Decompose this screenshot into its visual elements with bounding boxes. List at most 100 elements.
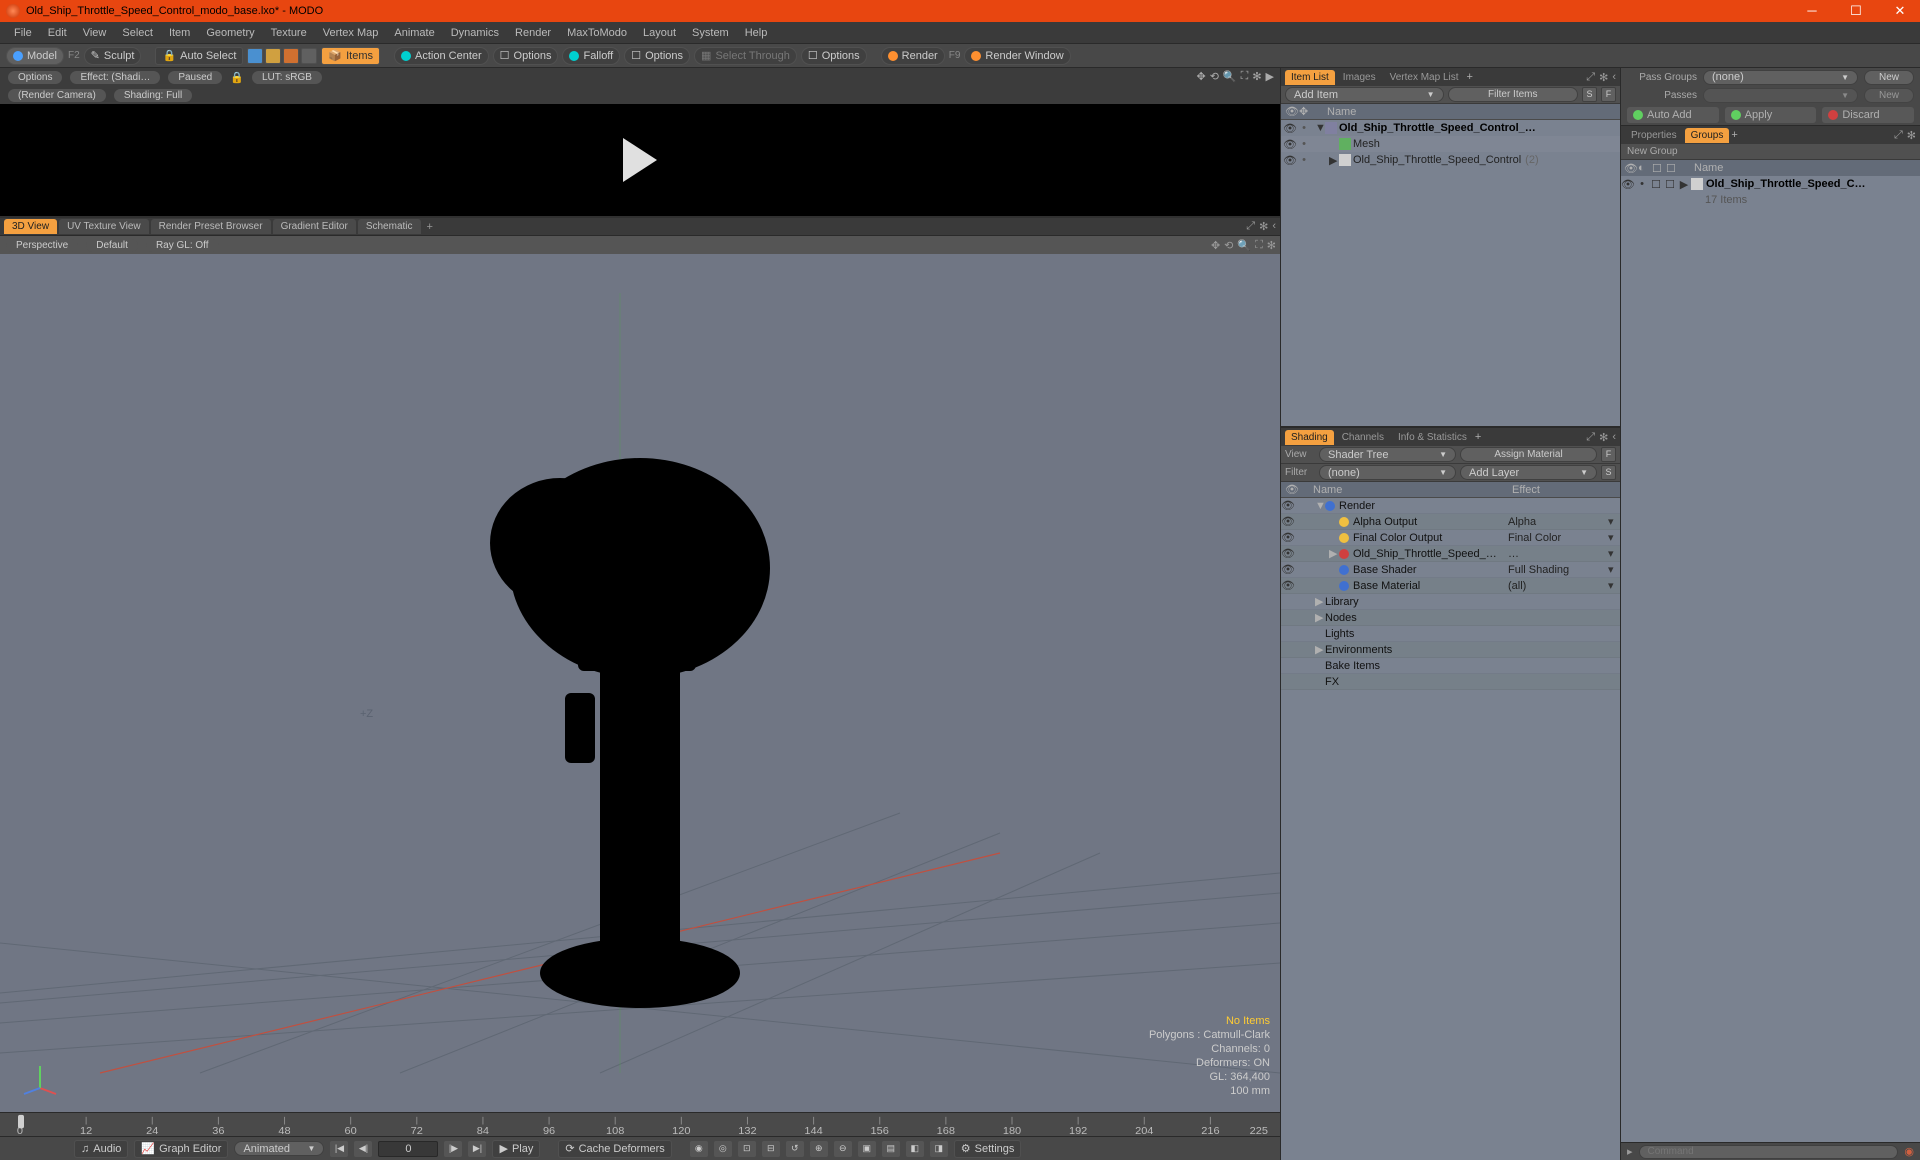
record-icon[interactable]: ◉ bbox=[1904, 1145, 1914, 1158]
group-name[interactable]: Old_Ship_Throttle_Speed_C… bbox=[1706, 178, 1866, 190]
tab-vertexmaplist[interactable]: Vertex Map List bbox=[1384, 70, 1465, 85]
expand-icon[interactable]: ⤢ bbox=[1894, 129, 1903, 142]
close-button[interactable]: ✕ bbox=[1886, 2, 1914, 20]
vp-perspective-dropdown[interactable]: Perspective bbox=[6, 239, 78, 252]
fit-icon[interactable]: ⛶ bbox=[1241, 70, 1249, 83]
item-row[interactable]: 👁•Mesh bbox=[1281, 136, 1620, 152]
shader-row[interactable]: 👁Base Material(all)▾ bbox=[1281, 578, 1620, 594]
menu-file[interactable]: File bbox=[6, 27, 40, 39]
tab-images[interactable]: Images bbox=[1337, 70, 1382, 85]
shading-tree[interactable]: 👁▼Render👁Alpha OutputAlpha▾👁Final Color … bbox=[1281, 498, 1620, 1160]
add-tab-button[interactable]: + bbox=[1467, 71, 1473, 83]
filter-s-button[interactable]: S bbox=[1582, 87, 1597, 102]
shader-row[interactable]: ▶Nodes bbox=[1281, 610, 1620, 626]
expand-icon[interactable]: ⤢ bbox=[1246, 220, 1255, 233]
menu-system[interactable]: System bbox=[684, 27, 737, 39]
key-tool-7[interactable]: ⊖ bbox=[834, 1141, 852, 1157]
options-button-2[interactable]: ☐ Options bbox=[624, 47, 690, 65]
tab-gradient[interactable]: Gradient Editor bbox=[273, 219, 356, 234]
action-center-button[interactable]: Action Center bbox=[394, 47, 489, 65]
passgroups-dropdown[interactable]: (none)▼ bbox=[1703, 70, 1858, 85]
auto-select-button[interactable]: 🔒 Auto Select bbox=[155, 47, 243, 65]
arrow-icon[interactable]: ▶ bbox=[1266, 70, 1274, 83]
tab-itemlist[interactable]: Item List bbox=[1285, 70, 1335, 85]
rp-shading-dropdown[interactable]: Shading: Full bbox=[114, 89, 192, 102]
chevron-right-icon[interactable]: ▸ bbox=[1627, 1145, 1633, 1158]
close-icon[interactable]: ‹ bbox=[1612, 431, 1616, 444]
apply-button[interactable]: Apply bbox=[1725, 107, 1817, 123]
zoom-icon[interactable]: 🔍 bbox=[1237, 239, 1251, 252]
rp-options-button[interactable]: Options bbox=[8, 71, 62, 84]
shader-row[interactable]: 👁▼Render bbox=[1281, 498, 1620, 514]
shader-row[interactable]: 👁▶Old_Ship_Throttle_Speed_……▾ bbox=[1281, 546, 1620, 562]
menu-render[interactable]: Render bbox=[507, 27, 559, 39]
gear-icon[interactable]: ✻ bbox=[1599, 71, 1608, 84]
goto-start-button[interactable]: |◀ bbox=[330, 1141, 348, 1157]
layout-sculpt-button[interactable]: ✎ Sculpt bbox=[84, 47, 142, 65]
command-input[interactable] bbox=[1639, 1145, 1899, 1159]
tab-shading[interactable]: Shading bbox=[1285, 430, 1334, 445]
shader-row[interactable]: Bake Items bbox=[1281, 658, 1620, 674]
menu-vertexmap[interactable]: Vertex Map bbox=[315, 27, 387, 39]
menu-texture[interactable]: Texture bbox=[263, 27, 315, 39]
current-frame-input[interactable] bbox=[378, 1141, 438, 1157]
material-mode-icon[interactable] bbox=[301, 48, 317, 64]
passgroups-new-button[interactable]: New bbox=[1864, 70, 1914, 85]
new-group-button[interactable]: New Group bbox=[1621, 144, 1920, 160]
close-icon[interactable]: ‹ bbox=[1612, 71, 1616, 84]
groups-tree[interactable]: 👁•☐☐▶ Old_Ship_Throttle_Speed_C… 17 Item… bbox=[1621, 176, 1920, 1142]
gear-icon[interactable]: ✻ bbox=[1599, 431, 1608, 444]
gear-icon[interactable]: ✻ bbox=[1907, 129, 1916, 142]
item-row[interactable]: 👁•▶Old_Ship_Throttle_Speed_Control(2) bbox=[1281, 152, 1620, 168]
key-tool-9[interactable]: ▤ bbox=[882, 1141, 900, 1157]
shader-row[interactable]: FX bbox=[1281, 674, 1620, 690]
menu-view[interactable]: View bbox=[75, 27, 115, 39]
key-tool-3[interactable]: ⊡ bbox=[738, 1141, 756, 1157]
tab-groups[interactable]: Groups bbox=[1685, 128, 1730, 143]
settings-button[interactable]: ⚙ Settings bbox=[954, 1140, 1022, 1158]
filter-f-button[interactable]: F bbox=[1601, 87, 1616, 102]
passes-dropdown[interactable]: ▼ bbox=[1703, 88, 1858, 103]
passes-new-button[interactable]: New bbox=[1864, 88, 1914, 103]
vertex-mode-icon[interactable] bbox=[247, 48, 263, 64]
tab-channels[interactable]: Channels bbox=[1336, 430, 1390, 445]
key-tool-4[interactable]: ⊟ bbox=[762, 1141, 780, 1157]
options-button-1[interactable]: ☐ Options bbox=[493, 47, 559, 65]
rp-effect-dropdown[interactable]: Effect: (Shadi… bbox=[70, 71, 160, 84]
tab-3dview[interactable]: 3D View bbox=[4, 219, 57, 234]
shader-row[interactable]: 👁Base ShaderFull Shading▾ bbox=[1281, 562, 1620, 578]
move-icon[interactable]: ✥ bbox=[1196, 70, 1205, 83]
tab-uvview[interactable]: UV Texture View bbox=[59, 219, 149, 234]
items-mode-button[interactable]: 📦 Items bbox=[321, 47, 380, 65]
menu-edit[interactable]: Edit bbox=[40, 27, 75, 39]
falloff-button[interactable]: Falloff bbox=[562, 47, 620, 65]
expand-icon[interactable]: ⤢ bbox=[1586, 71, 1595, 84]
layout-model-button[interactable]: Model bbox=[6, 47, 64, 65]
render-button[interactable]: Render bbox=[881, 47, 945, 65]
rotate-icon[interactable]: ⟲ bbox=[1210, 70, 1219, 83]
render-window-button[interactable]: Render Window bbox=[964, 47, 1070, 65]
menu-animate[interactable]: Animate bbox=[386, 27, 442, 39]
move-icon[interactable]: ✥ bbox=[1211, 239, 1220, 252]
shader-row[interactable]: ▶Library bbox=[1281, 594, 1620, 610]
close-panel-icon[interactable]: ‹ bbox=[1272, 220, 1276, 233]
item-row[interactable]: 👁•▼Old_Ship_Throttle_Speed_Control_… bbox=[1281, 120, 1620, 136]
rp-paused-label[interactable]: Paused bbox=[168, 71, 222, 84]
key-tool-11[interactable]: ◨ bbox=[930, 1141, 948, 1157]
expand-icon[interactable]: ⤢ bbox=[1586, 431, 1595, 444]
shader-row[interactable]: ▶Environments bbox=[1281, 642, 1620, 658]
discard-button[interactable]: Discard bbox=[1822, 107, 1914, 123]
next-key-button[interactable]: |▶ bbox=[444, 1141, 462, 1157]
lock-icon[interactable]: 🔒 bbox=[230, 71, 244, 84]
key-tool-10[interactable]: ◧ bbox=[906, 1141, 924, 1157]
cache-deformers-button[interactable]: ⟳ Cache Deformers bbox=[558, 1140, 671, 1158]
select-through-button[interactable]: ▦ Select Through bbox=[694, 47, 797, 65]
play-render-button[interactable] bbox=[623, 138, 657, 182]
shading-f-button[interactable]: F bbox=[1601, 447, 1616, 462]
add-tab-button[interactable]: + bbox=[1475, 431, 1481, 443]
tab-schematic[interactable]: Schematic bbox=[358, 219, 421, 234]
maximize-button[interactable]: ☐ bbox=[1842, 2, 1870, 20]
key-tool-8[interactable]: ▣ bbox=[858, 1141, 876, 1157]
menu-item[interactable]: Item bbox=[161, 27, 198, 39]
graph-editor-button[interactable]: 📈 Graph Editor bbox=[134, 1140, 228, 1158]
